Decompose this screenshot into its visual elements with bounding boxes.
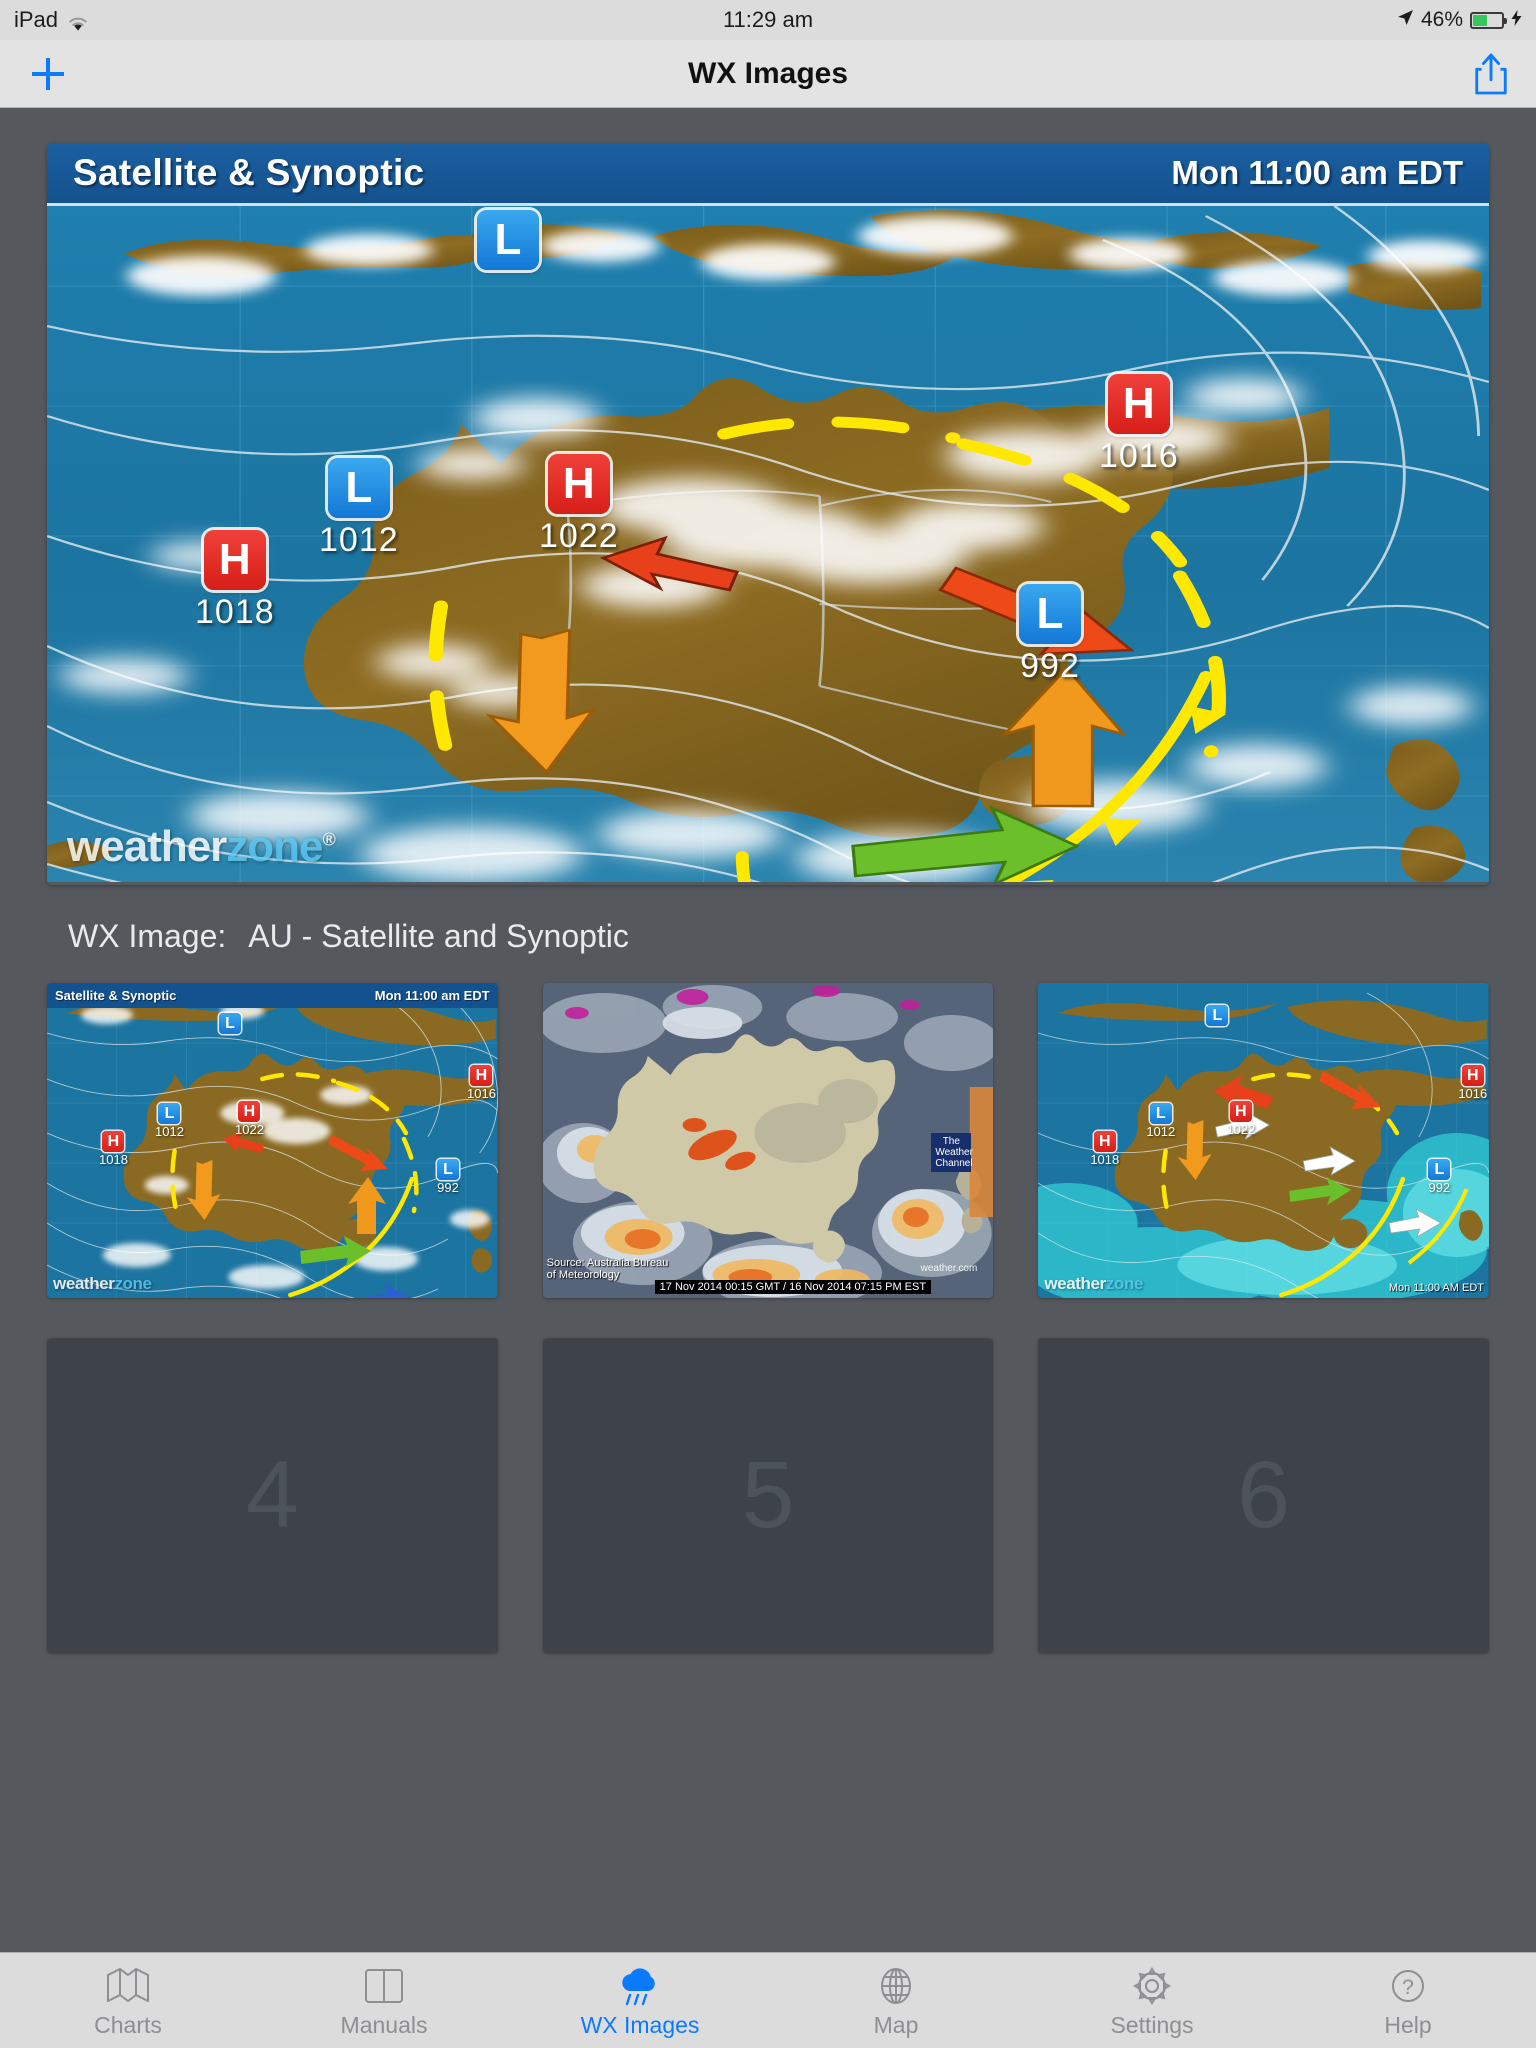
synoptic-map: L L 1012 H 1018 H 1022 H 1016 L 992 weat…: [47, 206, 1489, 882]
tab-settings[interactable]: Settings: [1024, 1953, 1280, 2048]
tab-map[interactable]: Map: [768, 1953, 1024, 2048]
tab-charts[interactable]: Charts: [0, 1953, 256, 2048]
thumbnail-3-timestamp: Mon 11:00 AM EDT: [1388, 1282, 1484, 1294]
thumbnail-2-infrared-satellite[interactable]: Source: Australia Bureau of Meteorology …: [542, 983, 994, 1298]
svg-text:?: ?: [1402, 1976, 1414, 1999]
wx-image-caption: WX Image: AU - Satellite and Synoptic: [68, 918, 1536, 955]
thumbnail-1-low-1012: L 1012: [155, 1103, 184, 1139]
globe-icon: [874, 1963, 918, 2007]
thumbnail-5-empty[interactable]: 5: [542, 1338, 994, 1653]
share-icon: [1475, 53, 1507, 94]
tab-wx-images-label: WX Images: [580, 2011, 700, 2038]
tab-help-label: Help: [1384, 2011, 1432, 2038]
content-area: Satellite & Synoptic Mon 11:00 am EDT L …: [0, 108, 1536, 1952]
hero-header-time: Mon 11:00 am EDT: [1171, 154, 1463, 191]
status-bar-left: iPad: [14, 7, 89, 33]
hero-image-header: Satellite & Synoptic Mon 11:00 am EDT: [47, 143, 1489, 206]
thumbnail-3-watermark: weatherzone: [1044, 1274, 1143, 1293]
plus-icon: [32, 57, 64, 90]
thumbnail-2-channel-badge: The Weather Channel: [931, 1133, 973, 1172]
thumbnail-1-low-992: L 992: [437, 1159, 459, 1195]
hero-weather-image[interactable]: Satellite & Synoptic Mon 11:00 am EDT L …: [47, 143, 1489, 885]
app-screen: iPad 11:29 am 46% WX Images Satellite & …: [0, 0, 1536, 2048]
thumbnail-5-placeholder: 5: [741, 1442, 795, 1548]
status-bar-right: 46%: [1397, 8, 1522, 32]
thumbnail-3-satellite-synoptic-rain[interactable]: L L 1012 H 1018 H 1022 H 1016 L 992 weat…: [1038, 983, 1489, 1298]
thumbnail-1-satellite-synoptic[interactable]: Satellite & Synoptic Mon 11:00 am EDT L …: [47, 983, 498, 1298]
rain-cloud-icon: [616, 1963, 664, 2007]
thumbnail-1-title: Satellite & Synoptic: [55, 988, 177, 1003]
add-button[interactable]: [26, 52, 70, 96]
wx-image-value: AU - Satellite and Synoptic: [248, 918, 629, 954]
location-arrow-icon: [1397, 8, 1414, 32]
hero-header-title: Satellite & Synoptic: [73, 152, 425, 193]
battery-percent-label: 46%: [1420, 8, 1463, 31]
thumbnail-6-placeholder: 6: [1237, 1442, 1291, 1548]
thumbnail-1-high-1016: H 1016: [467, 1065, 496, 1101]
battery-icon: [1470, 11, 1507, 29]
weatherzone-watermark: weatherzone®: [67, 822, 336, 871]
wifi-icon: [67, 12, 89, 31]
tab-wx-images[interactable]: WX Images: [512, 1953, 768, 2048]
pressure-marker-high-1018: H 1018: [195, 530, 275, 632]
pressure-marker-low-992: L 992: [1019, 584, 1081, 686]
pressure-marker-high-1022: H 1022: [539, 454, 619, 556]
ios-status-bar: iPad 11:29 am 46%: [0, 0, 1536, 40]
thumbnail-3-high-1018: H 1018: [1090, 1131, 1120, 1167]
thumbnail-3-high-1016: H 1016: [1458, 1065, 1488, 1101]
tab-bar: Charts Manuals WX Images Map Settings ? …: [0, 1952, 1536, 2048]
charging-bolt-icon: [1511, 8, 1522, 32]
share-button[interactable]: [1472, 51, 1510, 97]
wx-image-label: WX Image:: [68, 918, 227, 954]
thumbnail-4-placeholder: 4: [245, 1442, 299, 1548]
map-fold-icon: [106, 1963, 150, 2007]
tab-map-label: Map: [873, 2011, 919, 2038]
device-name: iPad: [14, 7, 59, 32]
pressure-marker-low-1012: L 1012: [319, 458, 399, 560]
thumbnail-1-high-1022: H 1022: [235, 1101, 264, 1137]
thumbnail-3-low-1012: L 1012: [1146, 1103, 1176, 1139]
thumbnail-4-empty[interactable]: 4: [47, 1338, 498, 1653]
thumbnail-2-channel-url: weather.com: [920, 1263, 978, 1274]
thumbnail-1-watermark: weatherzone: [53, 1274, 152, 1293]
page-title: WX Images: [687, 56, 849, 90]
pressure-marker-low-darwin: L: [477, 210, 539, 270]
nav-bar: WX Images: [0, 40, 1536, 108]
thumbnail-1-time: Mon 11:00 am EDT: [374, 988, 490, 1003]
thumbnail-1-high-1018: H 1018: [99, 1131, 128, 1167]
tab-manuals[interactable]: Manuals: [256, 1953, 512, 2048]
thumbnail-3-high-1022: H 1022: [1226, 1101, 1256, 1137]
tab-charts-label: Charts: [94, 2011, 162, 2038]
pressure-marker-high-1016: H 1016: [1099, 374, 1179, 476]
thumbnail-2-graphic: [542, 983, 994, 1298]
thumbnail-1-header: Satellite & Synoptic Mon 11:00 am EDT: [47, 983, 498, 1008]
status-bar-clock: 11:29 am: [722, 7, 814, 32]
thumbnail-grid: Satellite & Synoptic Mon 11:00 am EDT L …: [47, 983, 1489, 1653]
thumbnail-1-low-darwin: L: [219, 1013, 241, 1034]
book-icon: [362, 1963, 406, 2007]
thumbnail-2-timestamp-ribbon: 17 Nov 2014 00:15 GMT / 16 Nov 2014 07:1…: [654, 1280, 932, 1294]
tab-settings-label: Settings: [1110, 2011, 1194, 2038]
gear-icon: [1130, 1963, 1174, 2007]
tab-manuals-label: Manuals: [340, 2011, 428, 2038]
thumbnail-6-empty[interactable]: 6: [1038, 1338, 1489, 1653]
tab-help[interactable]: ? Help: [1280, 1953, 1536, 2048]
thumbnail-3-low-992: L 992: [1428, 1159, 1451, 1195]
thumbnail-2-source: Source: Australia Bureau of Meteorology: [546, 1256, 669, 1282]
question-circle-icon: ?: [1386, 1963, 1430, 2007]
thumbnail-3-low-darwin: L: [1206, 1005, 1229, 1026]
